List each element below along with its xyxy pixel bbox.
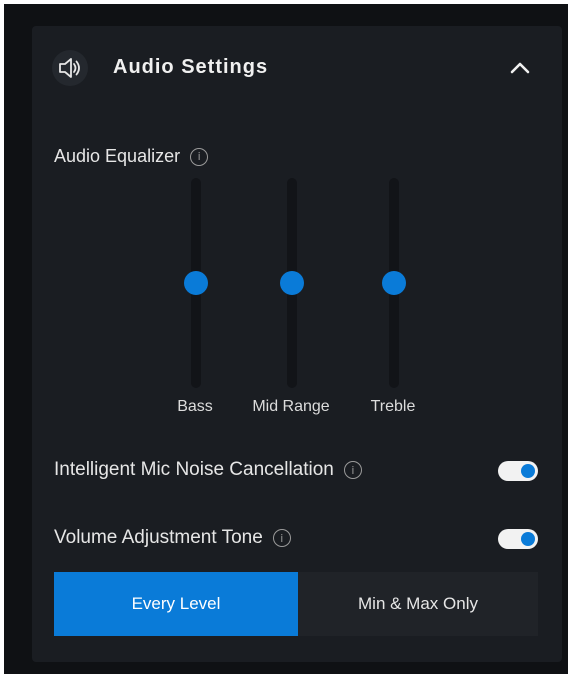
app-frame: Audio Settings Audio Equalizer i Bass Mi… bbox=[4, 4, 568, 674]
slider-thumb[interactable] bbox=[280, 271, 304, 295]
slider-thumb[interactable] bbox=[184, 271, 208, 295]
volume-tone-mode-selector: Every Level Min & Max Only bbox=[54, 572, 538, 636]
treble-slider[interactable] bbox=[363, 178, 423, 388]
panel-header[interactable]: Audio Settings bbox=[32, 26, 562, 112]
treble-label: Treble bbox=[370, 398, 416, 415]
equalizer-label-row: Audio Equalizer i bbox=[54, 146, 209, 167]
info-icon[interactable]: i bbox=[343, 461, 362, 479]
mic-noise-toggle[interactable] bbox=[498, 461, 538, 481]
mid-range-slider[interactable] bbox=[261, 178, 321, 388]
slider-thumb[interactable] bbox=[382, 271, 406, 295]
min-max-only-option[interactable]: Min & Max Only bbox=[298, 572, 538, 636]
speaker-icon bbox=[52, 50, 88, 86]
toggle-knob bbox=[521, 532, 535, 546]
volume-tone-label: Volume Adjustment Tone bbox=[54, 527, 263, 548]
mic-noise-label: Intelligent Mic Noise Cancellation bbox=[54, 459, 334, 480]
info-icon[interactable]: i bbox=[272, 529, 291, 547]
every-level-option[interactable]: Every Level bbox=[54, 572, 298, 636]
equalizer-label: Audio Equalizer bbox=[54, 146, 181, 166]
panel-title: Audio Settings bbox=[113, 56, 269, 78]
volume-tone-toggle[interactable] bbox=[498, 529, 538, 549]
chevron-up-icon[interactable] bbox=[506, 56, 534, 80]
toggle-knob bbox=[521, 464, 535, 478]
info-icon[interactable]: i bbox=[190, 147, 209, 166]
bass-slider[interactable] bbox=[165, 178, 225, 388]
audio-settings-panel: Audio Settings Audio Equalizer i Bass Mi… bbox=[32, 26, 562, 662]
mic-noise-row: Intelligent Mic Noise Cancellation i bbox=[54, 459, 362, 481]
volume-tone-row: Volume Adjustment Tone i bbox=[54, 527, 291, 549]
